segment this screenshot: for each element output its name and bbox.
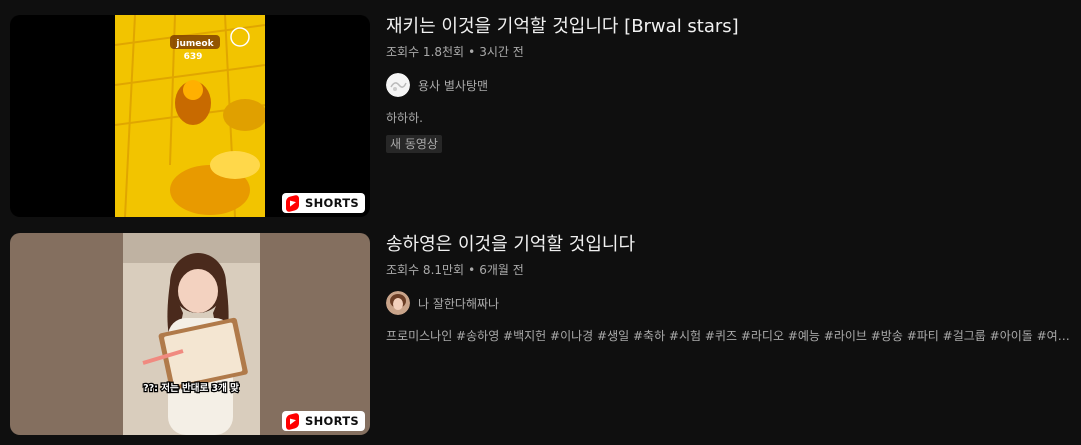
video-title[interactable]: 재키는 이것을 기억할 것입니다 [Brwal stars] (386, 15, 1081, 39)
view-count: 조회수 1.8천회 (386, 45, 465, 59)
view-count: 조회수 8.1만회 (386, 263, 465, 277)
shorts-icon (286, 193, 300, 213)
video-description: 하하하. (386, 111, 423, 125)
video-info-1: 재키는 이것을 기억할 것입니다 [Brwal stars] 조회수 1.8천회… (386, 15, 1081, 153)
shorts-badge: SHORTS (282, 411, 365, 431)
video-metadata: 조회수 1.8천회 • 3시간 전 (386, 43, 1081, 61)
video-info-2: 송하영은 이것을 기억할 것입니다 조회수 8.1만회 • 6개월 전 나 잘한다해… (386, 233, 1081, 345)
separator-dot: • (468, 263, 476, 277)
video-metadata: 조회수 8.1만회 • 6개월 전 (386, 261, 1081, 279)
game-scene-image: jumeok 639 (115, 15, 265, 217)
channel-name[interactable]: 나 잘한다해짜나 (418, 295, 499, 312)
video-description: 프로미스나인 #송하영 #백지헌 #이나경 #생일 #축하 #시험 #퀴즈 #라… (386, 329, 1076, 343)
channel-avatar[interactable] (386, 291, 410, 315)
channel-name[interactable]: 용사 별사탕맨 (418, 77, 488, 94)
thumbnail-frame: jumeok 639 (115, 15, 265, 217)
channel-link[interactable]: 용사 별사탕맨 (386, 73, 1081, 97)
thumb-player-score: 639 (184, 52, 203, 62)
thumbnail-frame: ??: 저는 반대로 3개 맞 (123, 233, 260, 435)
person-photo-image: ??: 저는 반대로 3개 맞 (123, 233, 260, 435)
thumb-player-name: jumeok (175, 39, 214, 49)
upload-age: 6개월 전 (479, 263, 524, 277)
video-thumbnail-1[interactable]: jumeok 639 SHORTS (10, 15, 370, 217)
separator-dot: • (468, 45, 476, 59)
shorts-icon (286, 411, 300, 431)
upload-age: 3시간 전 (479, 45, 524, 59)
shorts-label: SHORTS (305, 196, 359, 210)
video-result-1: jumeok 639 SHORTS 재키는 이것을 기억할 것입니다 [Brwa… (10, 15, 1081, 217)
channel-avatar[interactable] (386, 73, 410, 97)
new-video-badge: 새 동영상 (386, 135, 442, 153)
shorts-label: SHORTS (305, 414, 359, 428)
channel-link[interactable]: 나 잘한다해짜나 (386, 291, 1081, 315)
shorts-badge: SHORTS (282, 193, 365, 213)
video-thumbnail-2[interactable]: ??: 저는 반대로 3개 맞 SHORTS (10, 233, 370, 435)
thumb-caption: ??: 저는 반대로 3개 맞 (143, 382, 239, 394)
video-result-2: ??: 저는 반대로 3개 맞 SHORTS 송하영은 이것을 기억할 것입니다… (10, 233, 1081, 435)
video-title[interactable]: 송하영은 이것을 기억할 것입니다 (386, 233, 1081, 257)
